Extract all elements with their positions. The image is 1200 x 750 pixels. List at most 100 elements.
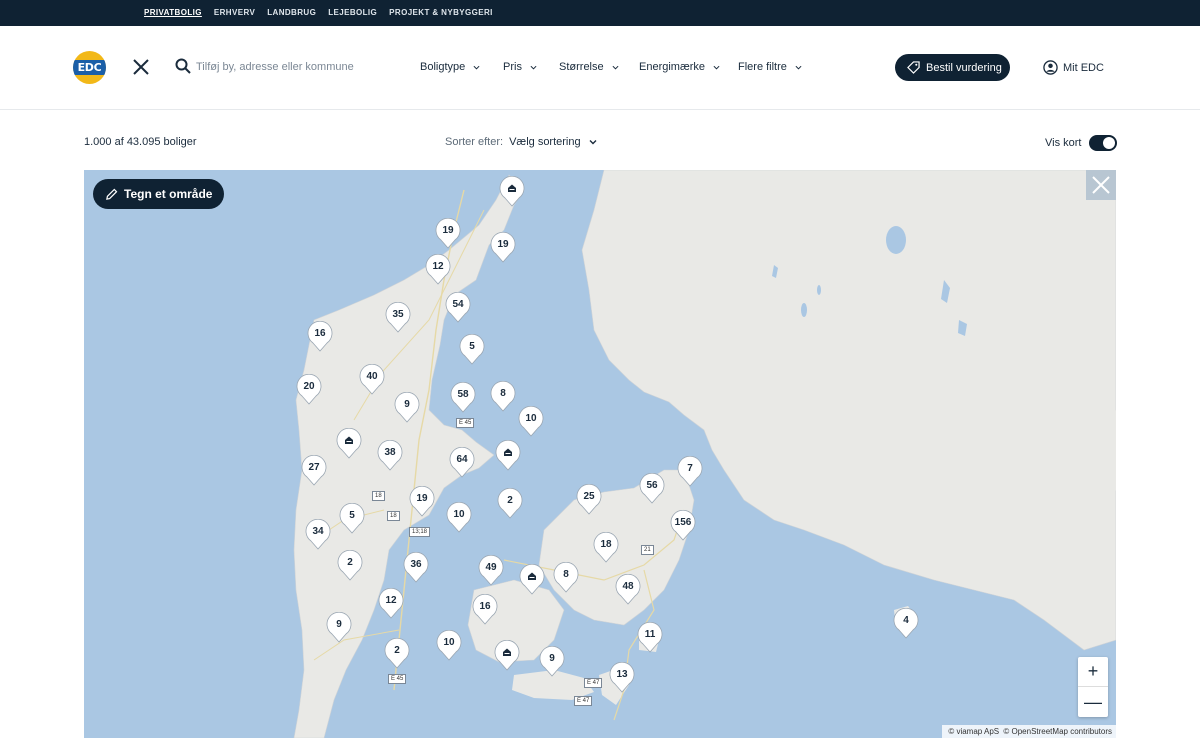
chevron-down-icon [589,140,597,145]
draw-area-button[interactable]: Tegn et område [93,179,225,209]
map-marker-cluster[interactable]: 8 [490,381,516,412]
map-marker-cluster[interactable]: 4 [893,608,919,639]
map-marker-cluster[interactable]: 36 [403,552,429,583]
marker-count: 7 [687,463,693,474]
map-marker-cluster[interactable]: 156 [670,510,696,541]
map-marker-cluster[interactable]: 9 [539,646,565,677]
map-marker-cluster[interactable]: 9 [326,612,352,643]
map-marker-cluster[interactable]: 7 [677,456,703,487]
zoom-control: + — [1078,657,1108,717]
marker-count: 12 [385,595,397,606]
filter-pris[interactable]: Pris [503,61,537,73]
map-marker-home[interactable] [494,640,520,671]
map-basemap [293,170,1116,738]
filter-boligtype[interactable]: Boligtype [420,61,480,73]
map-marker-home[interactable] [336,428,362,459]
marker-count: 2 [507,495,513,506]
map-marker-cluster[interactable]: 35 [385,302,411,333]
map-marker-cluster[interactable]: 16 [472,594,498,625]
marker-count: 13 [616,669,628,680]
map-marker-cluster[interactable]: 10 [446,502,472,533]
marker-count: 5 [469,341,475,352]
map-marker-cluster[interactable]: 54 [445,292,471,323]
map-marker-cluster[interactable]: 8 [553,562,579,593]
marker-count: 9 [336,619,342,630]
vis-kort-label: Vis kort [1045,137,1082,149]
map-marker-cluster[interactable]: 49 [478,555,504,586]
sort-label: Sorter efter: [445,136,504,148]
map-marker-cluster[interactable]: 64 [449,447,475,478]
road-label: E 45 [456,418,475,428]
filter-label: Pris [503,61,522,73]
mit-edc-label: Mit EDC [1063,61,1104,74]
pencil-icon [106,188,118,200]
zoom-in-button[interactable]: + [1078,657,1108,687]
map-marker-cluster[interactable]: 13 [609,662,635,693]
map-marker-cluster[interactable]: 19 [435,218,461,249]
map-marker-cluster[interactable]: 2 [497,488,523,519]
zoom-out-button[interactable]: — [1078,687,1108,717]
map-marker-cluster[interactable]: 18 [593,532,619,563]
mit-edc-link[interactable]: Mit EDC [1043,60,1104,75]
map-marker-cluster[interactable]: 12 [425,254,451,285]
road-label: 18 [387,511,400,521]
topnav-item-landbrug[interactable]: LANDBRUG [267,8,316,17]
marker-count: 12 [432,261,444,272]
bestil-vurdering-button[interactable]: Bestil vurdering [895,54,1010,81]
map-marker-cluster[interactable]: 58 [450,382,476,413]
marker-count: 19 [442,225,454,236]
topnav-item-erhverv[interactable]: ERHVERV [214,8,255,17]
map-marker-cluster[interactable]: 2 [337,550,363,581]
sort-select[interactable]: Vælg sortering [509,136,581,148]
map-marker-cluster[interactable]: 5 [339,503,365,534]
map-marker-cluster[interactable]: 48 [615,574,641,605]
filter-stoerrelse[interactable]: Størrelse [559,61,619,73]
marker-count: 5 [349,510,355,521]
topnav-item-lejebolig[interactable]: LEJEBOLIG [328,8,377,17]
topnav-item-privatbolig[interactable]: PRIVATBOLIG [144,8,202,17]
close-map-button[interactable] [1086,170,1116,200]
filter-energimaerke[interactable]: Energimærke [639,61,720,73]
attribution-osm[interactable]: © OpenStreetMap contributors [1003,727,1112,736]
header: EDC Boligtype Pris Størrelse Energimærke… [0,26,1200,110]
close-icon [1092,176,1110,194]
marker-count: 2 [394,645,400,656]
map-marker-cluster[interactable]: 10 [518,406,544,437]
road-label: 13;18 [409,527,431,537]
map-marker-cluster[interactable]: 16 [307,321,333,352]
map-marker-cluster[interactable]: 38 [377,440,403,471]
draw-area-label: Tegn et område [124,187,213,201]
chevron-down-icon [473,65,480,70]
map-marker-home[interactable] [519,564,545,595]
map-marker-cluster[interactable]: 27 [301,455,327,486]
map-marker-cluster[interactable]: 12 [378,588,404,619]
map-marker-cluster[interactable]: 34 [305,519,331,550]
topnav-item-projekt[interactable]: PROJEKT & NYBYGGERI [389,8,493,17]
map-marker-cluster[interactable]: 19 [490,232,516,263]
marker-count: 11 [644,629,656,640]
map-marker-home[interactable] [495,440,521,471]
attribution-viamap[interactable]: © viamap ApS [948,727,999,736]
map-marker-cluster[interactable]: 40 [359,364,385,395]
sort-control[interactable]: Sorter efter: Vælg sortering [445,136,597,148]
bestil-label: Bestil vurdering [926,61,1002,74]
close-icon[interactable] [131,57,151,77]
map-marker-cluster[interactable]: 25 [576,484,602,515]
search-input[interactable] [196,57,386,77]
map-marker-cluster[interactable]: 2 [384,638,410,669]
map-marker-cluster[interactable]: 5 [459,334,485,365]
map-marker-cluster[interactable]: 10 [436,630,462,661]
road-label: E 45 [388,674,407,684]
map[interactable]: E 45 18 18 13;18 21 E 47 E 47 E 45 19 19 1… [84,170,1116,738]
map-marker-cluster[interactable]: 19 [409,486,435,517]
marker-count: 54 [452,299,464,310]
edc-logo[interactable]: EDC [73,51,106,84]
marker-count: 58 [457,389,469,400]
map-marker-cluster[interactable]: 20 [296,374,322,405]
map-marker-cluster[interactable]: 56 [639,473,665,504]
map-marker-cluster[interactable]: 9 [394,392,420,423]
map-marker-cluster[interactable]: 11 [637,622,663,653]
map-marker-home[interactable] [499,176,525,207]
vis-kort-toggle[interactable] [1089,135,1117,151]
filter-flere-filtre[interactable]: Flere filtre [738,61,802,73]
